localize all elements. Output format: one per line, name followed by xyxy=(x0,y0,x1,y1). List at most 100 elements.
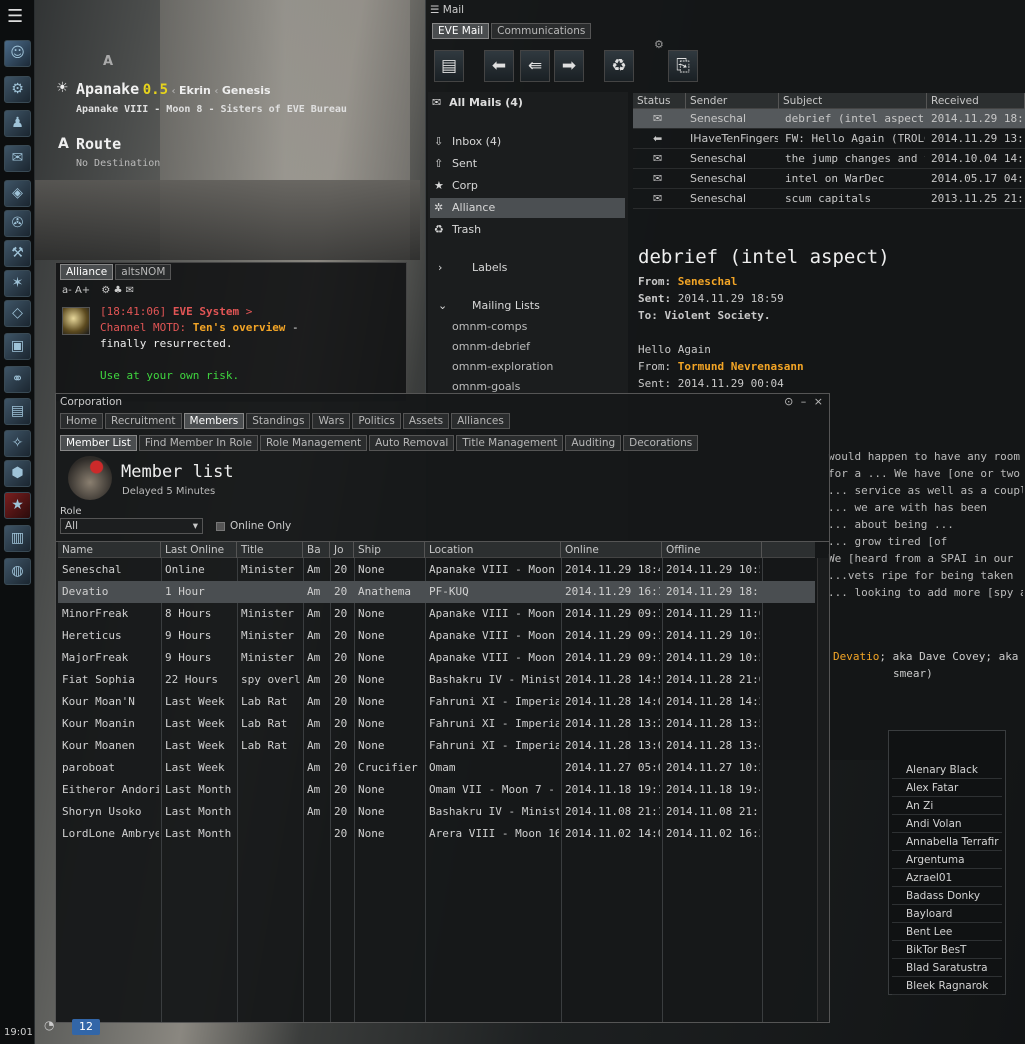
folder-alliance[interactable]: ✲ Alliance xyxy=(430,198,625,218)
planet-icon[interactable]: ◍ xyxy=(4,558,31,585)
rss-icon[interactable]: ◔ xyxy=(44,1018,58,1034)
channel-member[interactable]: Argentuma xyxy=(892,851,1002,869)
trash-button[interactable]: ♻ xyxy=(604,50,634,82)
chat-tab-altsnom[interactable]: altsNOM xyxy=(115,264,172,280)
minimize-icon[interactable]: – xyxy=(801,395,807,408)
fitting-icon[interactable]: ✇ xyxy=(4,210,31,237)
gear-icon[interactable]: ⚙ xyxy=(654,38,664,51)
message-row[interactable]: ✉ Seneschal the jump changes and yo 2014.10… xyxy=(633,149,1025,169)
chat-tab-alliance[interactable]: Alliance xyxy=(60,264,114,280)
font-increase-button[interactable]: A+ xyxy=(75,285,90,296)
to-value[interactable]: Violent Society. xyxy=(665,309,771,322)
from-link[interactable]: Seneschal xyxy=(678,275,738,288)
channel-member[interactable]: Bent Lee xyxy=(892,923,1002,941)
map-icon[interactable]: ✶ xyxy=(4,270,31,297)
cargo-icon[interactable]: ▣ xyxy=(4,333,31,360)
channel-member[interactable]: Azrael01 xyxy=(892,869,1002,887)
channel-member[interactable]: An Zi xyxy=(892,797,1002,815)
menu-icon[interactable]: ☰ xyxy=(7,8,28,26)
compose-button[interactable]: ▤ xyxy=(434,50,464,82)
settings-icon[interactable]: ⚙ xyxy=(101,285,110,296)
corp-tab-recruitment[interactable]: Recruitment xyxy=(105,413,182,429)
corp-subtab-title-management[interactable]: Title Management xyxy=(456,435,564,451)
member-row[interactable]: MinorFreak 8 Hours Minister of Am 20 None Apan… xyxy=(58,603,815,625)
member-row[interactable]: Kour Moanen Last Week Lab Rat Am 20 None Fahru… xyxy=(58,735,815,757)
close-icon[interactable]: × xyxy=(814,395,823,408)
col-title[interactable]: Title xyxy=(237,542,303,558)
corp-tab-alliances[interactable]: Alliances xyxy=(451,413,510,429)
col-last[interactable]: Last Online xyxy=(161,542,237,558)
nes-store-icon[interactable]: ★ xyxy=(4,492,31,519)
member-row[interactable]: Kour Moanin Last Week Lab Rat Am 20 None Fahru… xyxy=(58,713,815,735)
options-icon[interactable]: ⊙ xyxy=(784,395,793,408)
tab-communications[interactable]: Communications xyxy=(491,23,592,39)
role-select[interactable]: All ▾ xyxy=(60,518,203,534)
col-jo[interactable]: Jo xyxy=(330,542,354,558)
character-portrait[interactable]: ☺ xyxy=(4,40,31,67)
channel-member[interactable]: BikTor BesT xyxy=(892,941,1002,959)
mail-icon[interactable]: ✉ xyxy=(4,145,31,172)
member-row[interactable]: paroboat Last Week Am 20 Crucifier Omam 2014.1… xyxy=(58,757,815,779)
mailing-lists-group[interactable]: ⌄ Mailing Lists xyxy=(430,296,625,316)
folder-inbox[interactable]: ⇩ Inbox (4) xyxy=(430,132,625,152)
notification-badge[interactable]: 12 xyxy=(72,1019,100,1035)
member-row[interactable]: MajorFreak 9 Hours Minister of Am 20 None Apan… xyxy=(58,647,815,669)
col-name[interactable]: Name xyxy=(58,542,161,558)
channel-member[interactable]: Annabella Terrafir xyxy=(892,833,1002,851)
channel-member[interactable]: Alex Fatar xyxy=(892,779,1002,797)
member-row[interactable]: Kour Moan'N Last Week Lab Rat Am 20 None Fahru… xyxy=(58,691,815,713)
message-row[interactable]: ✉ Seneschal debrief (intel aspect) 2014.11.… xyxy=(633,109,1025,129)
corp-subtab-decorations[interactable]: Decorations xyxy=(623,435,699,451)
col-ship[interactable]: Ship xyxy=(354,542,425,558)
folder-corp[interactable]: ★ Corp xyxy=(430,176,625,196)
corp-tab-wars[interactable]: Wars xyxy=(312,413,351,429)
tail-name-link[interactable]: Devatio xyxy=(833,650,879,663)
assets-icon[interactable]: ◈ xyxy=(4,180,31,207)
corp-tab-politics[interactable]: Politics xyxy=(352,413,401,429)
system-name[interactable]: Apanake xyxy=(76,80,139,98)
channel-member[interactable]: Bayloard xyxy=(892,905,1002,923)
corp-tab-assets[interactable]: Assets xyxy=(402,413,450,429)
reply-all-button[interactable]: ⇚ xyxy=(520,50,550,82)
region-name[interactable]: Genesis xyxy=(222,84,271,97)
channel-member[interactable]: Andi Volan xyxy=(892,815,1002,833)
col-received[interactable]: Received xyxy=(927,93,1025,109)
station-name[interactable]: Apanake VIII - Moon 8 - Sisters of EVE B… xyxy=(76,104,347,115)
channel-member[interactable]: Alenary Black xyxy=(892,761,1002,779)
network-icon[interactable]: ⚭ xyxy=(4,366,31,393)
skills-icon[interactable]: ⚙ xyxy=(4,76,31,103)
channel-member[interactable]: Bleek Ragnarok xyxy=(892,977,1002,995)
mailing-list-item[interactable]: omnm-debrief xyxy=(430,337,625,357)
location-header[interactable]: Apanake 0.5 ‹ Ekrin ‹ Genesis xyxy=(76,80,271,98)
message-row[interactable]: ✉ Seneschal scum capitals 2013.11.25 21:26 xyxy=(633,189,1025,209)
mailing-list-item[interactable]: omnm-exploration xyxy=(430,357,625,377)
col-status[interactable]: Status xyxy=(633,93,686,109)
forward-button[interactable]: ➡ xyxy=(554,50,584,82)
member-row[interactable]: Fiat Sophia 22 Hours spy overlo Am 20 None Bas… xyxy=(58,669,815,691)
corp-subtab-auditing[interactable]: Auditing xyxy=(565,435,622,451)
factory-icon[interactable]: ▥ xyxy=(4,525,31,552)
corp-subtab-role-management[interactable]: Role Management xyxy=(259,435,368,451)
constellation-name[interactable]: Ekrin xyxy=(179,84,211,97)
body-from-link[interactable]: Tormund Nevrenasann xyxy=(678,360,804,373)
contracts-icon[interactable]: ⬢ xyxy=(4,460,31,487)
agency-icon[interactable]: ✧ xyxy=(4,430,31,457)
message-row[interactable]: ✉ Seneschal intel on WarDec 2014.05.17 04:4… xyxy=(633,169,1025,189)
corp-subtab-member-list[interactable]: Member List xyxy=(60,435,137,451)
chat-sender[interactable]: EVE System xyxy=(173,305,239,318)
market-icon[interactable]: ◇ xyxy=(4,300,31,327)
member-row[interactable]: Seneschal Online Minister of Am 20 None Apanak… xyxy=(58,559,815,581)
col-ba[interactable]: Ba xyxy=(303,542,330,558)
speech-icon[interactable]: ✉ xyxy=(126,285,134,296)
reply-button[interactable]: ⬅ xyxy=(484,50,514,82)
corp-subtab-find-member-in-role[interactable]: Find Member In Role xyxy=(138,435,258,451)
people-icon[interactable]: ♟ xyxy=(4,110,31,137)
journal-icon[interactable]: ▤ xyxy=(4,398,31,425)
scrollbar[interactable] xyxy=(817,558,829,1021)
corp-subtab-auto-removal[interactable]: Auto Removal xyxy=(369,435,455,451)
channel-member[interactable]: Badass Donky xyxy=(892,887,1002,905)
col-sender[interactable]: Sender xyxy=(686,93,779,109)
corp-tab-home[interactable]: Home xyxy=(60,413,104,429)
col-loc[interactable]: Location xyxy=(425,542,561,558)
all-mails-item[interactable]: ✉ All Mails (4) xyxy=(432,96,523,109)
